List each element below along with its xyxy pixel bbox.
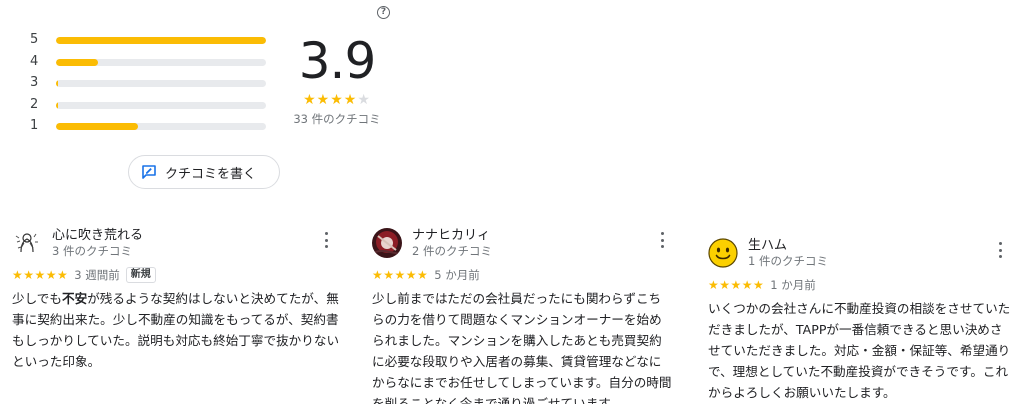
review-text: 少し前まではただの会社員だったにも関わらずこちらの力を借りて問題なくマンションオ… [372, 291, 672, 404]
reviewer-name[interactable]: ナナヒカリィ [412, 228, 490, 244]
review-text: いくつかの会社さんに不動産投資の相談をさせていただきましたが、TAPPが一番信頼… [708, 301, 1011, 400]
distribution-bar-track [56, 123, 266, 130]
review-stars: ★★★★★ [12, 268, 69, 282]
reviewer-header: 心に吹き荒れる 3 件のクチコミ [12, 228, 344, 262]
reviewer-avatar[interactable] [12, 228, 42, 258]
distribution-bar-track [56, 101, 266, 109]
review-meta: ★★★★★ 5 か月前 [372, 266, 672, 284]
reviewer-name[interactable]: 心に吹き荒れる [52, 228, 143, 244]
review-text: 少しでも不安が残るような契約はしないと決めてたが、無事に契約出来た。少し不動産の… [12, 288, 344, 372]
distribution-bar-fill [56, 58, 98, 66]
review-card: ナナヒカリィ 2 件のクチコミ ★★★★★ 5 か月前 少し前まではただの会社員… [372, 228, 672, 404]
reviewer-header: 生ハム 1 件のクチコミ [708, 238, 1012, 272]
distribution-label: 1 [30, 118, 39, 133]
distribution-label: 4 [30, 53, 39, 69]
write-review-label: クチコミを書く [165, 166, 257, 182]
more-options-icon[interactable] [324, 232, 328, 248]
review-card: 心に吹き荒れる 3 件のクチコミ ★★★★★ 3 週間前 新規 少しでも不安が残… [12, 228, 344, 372]
reviewer-review-count: 3 件のクチコミ [52, 244, 132, 258]
empty-star: ★ [357, 92, 371, 108]
reviewer-name[interactable]: 生ハム [748, 238, 787, 254]
reviewer-review-count: 1 件のクチコミ [748, 254, 828, 268]
distribution-row[interactable]: 5 [30, 32, 270, 54]
write-review-button[interactable]: クチコミを書く [128, 155, 280, 189]
review-date: 3 週間前 [74, 268, 120, 282]
average-rating-stars: ★★★★★ [290, 92, 384, 108]
photo-avatar-icon [372, 228, 402, 258]
distribution-bar-fill [56, 101, 59, 109]
reviewer-avatar[interactable] [708, 238, 738, 268]
review-text-part: 少しでも [12, 291, 62, 306]
reviewer-avatar[interactable] [372, 228, 402, 258]
review-count[interactable]: 33 件のクチコミ [290, 111, 384, 127]
rating-distribution: 5 4 3 2 1 [30, 32, 270, 140]
distribution-row[interactable]: 4 [30, 54, 270, 76]
more-options-icon[interactable] [998, 242, 1002, 258]
distribution-bar-track [56, 58, 266, 66]
average-rating: 3.9 ★★★★★ 33 件のクチコミ [290, 32, 384, 127]
review-meta: ★★★★★ 1 か月前 [708, 276, 1012, 294]
new-badge: 新規 [125, 267, 156, 283]
more-options-icon[interactable] [660, 232, 664, 248]
review-meta: ★★★★★ 3 週間前 新規 [12, 266, 344, 284]
average-rating-value: 3.9 [298, 32, 377, 90]
filled-stars: ★★★★ [303, 92, 358, 108]
distribution-bar-fill [56, 80, 59, 87]
review-stars: ★★★★★ [372, 268, 429, 282]
reviewer-header: ナナヒカリィ 2 件のクチコミ [372, 228, 672, 262]
distribution-bar-track [56, 37, 266, 44]
sketch-avatar-icon [12, 228, 42, 258]
distribution-row[interactable]: 3 [30, 75, 270, 97]
distribution-bar-fill [56, 37, 266, 44]
distribution-row[interactable]: 1 [30, 118, 270, 140]
smiley-avatar-icon [708, 238, 738, 268]
review-stars: ★★★★★ [708, 278, 765, 292]
review-text-bold: 不安 [62, 291, 88, 306]
distribution-bar-track [56, 80, 266, 87]
distribution-label: 5 [30, 32, 39, 47]
distribution-bar-fill [56, 123, 138, 130]
help-icon[interactable]: ? [377, 6, 390, 19]
distribution-label: 2 [30, 96, 39, 112]
distribution-row[interactable]: 2 [30, 97, 270, 119]
write-review-icon [142, 165, 156, 179]
review-date: 1 か月前 [770, 278, 816, 292]
reviewer-review-count: 2 件のクチコミ [412, 244, 492, 258]
review-date: 5 か月前 [434, 268, 480, 282]
distribution-label: 3 [30, 75, 39, 90]
review-card: 生ハム 1 件のクチコミ ★★★★★ 1 か月前 いくつかの会社さんに不動産投資… [708, 238, 1012, 403]
